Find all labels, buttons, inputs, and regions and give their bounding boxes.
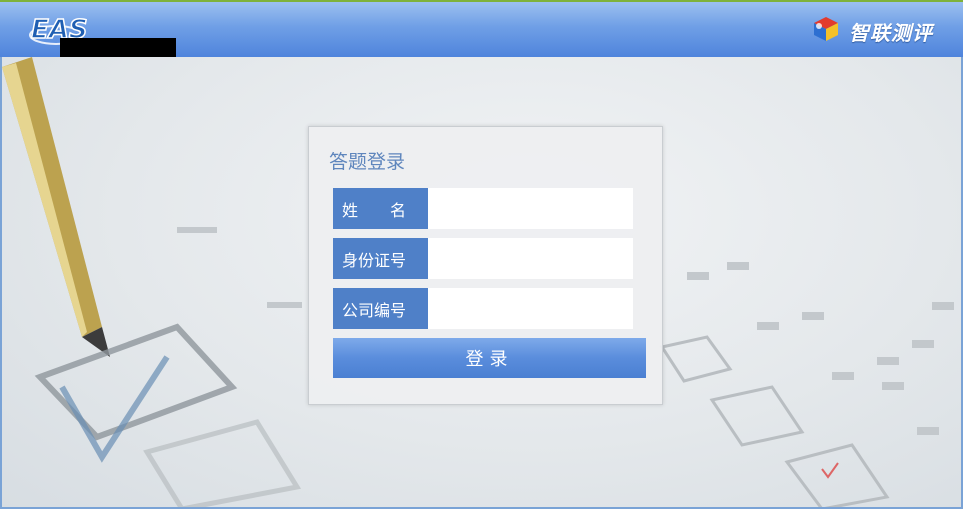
brand-name: 智联测评 (849, 20, 933, 45)
id-number-row: 身份证号 (333, 238, 633, 279)
brand-cube-icon (811, 14, 841, 48)
company-code-label: 公司编号 (333, 288, 428, 329)
id-number-input[interactable] (428, 238, 633, 279)
login-panel: 答题登录 姓 名 身份证号 公司编号 登录 (308, 126, 663, 405)
name-label: 姓 名 (333, 188, 428, 229)
company-code-input[interactable] (428, 288, 633, 329)
background-illustration: 答题登录 姓 名 身份证号 公司编号 登录 (0, 57, 963, 509)
top-header: EAS 智联测评 (0, 0, 963, 61)
brand: 智联测评 (811, 16, 933, 46)
company-code-row: 公司编号 (333, 288, 633, 329)
name-input[interactable] (428, 188, 633, 229)
login-title: 答题登录 (329, 151, 406, 173)
login-button[interactable]: 登录 (333, 338, 646, 378)
name-row: 姓 名 (333, 188, 633, 229)
id-number-label: 身份证号 (333, 238, 428, 279)
